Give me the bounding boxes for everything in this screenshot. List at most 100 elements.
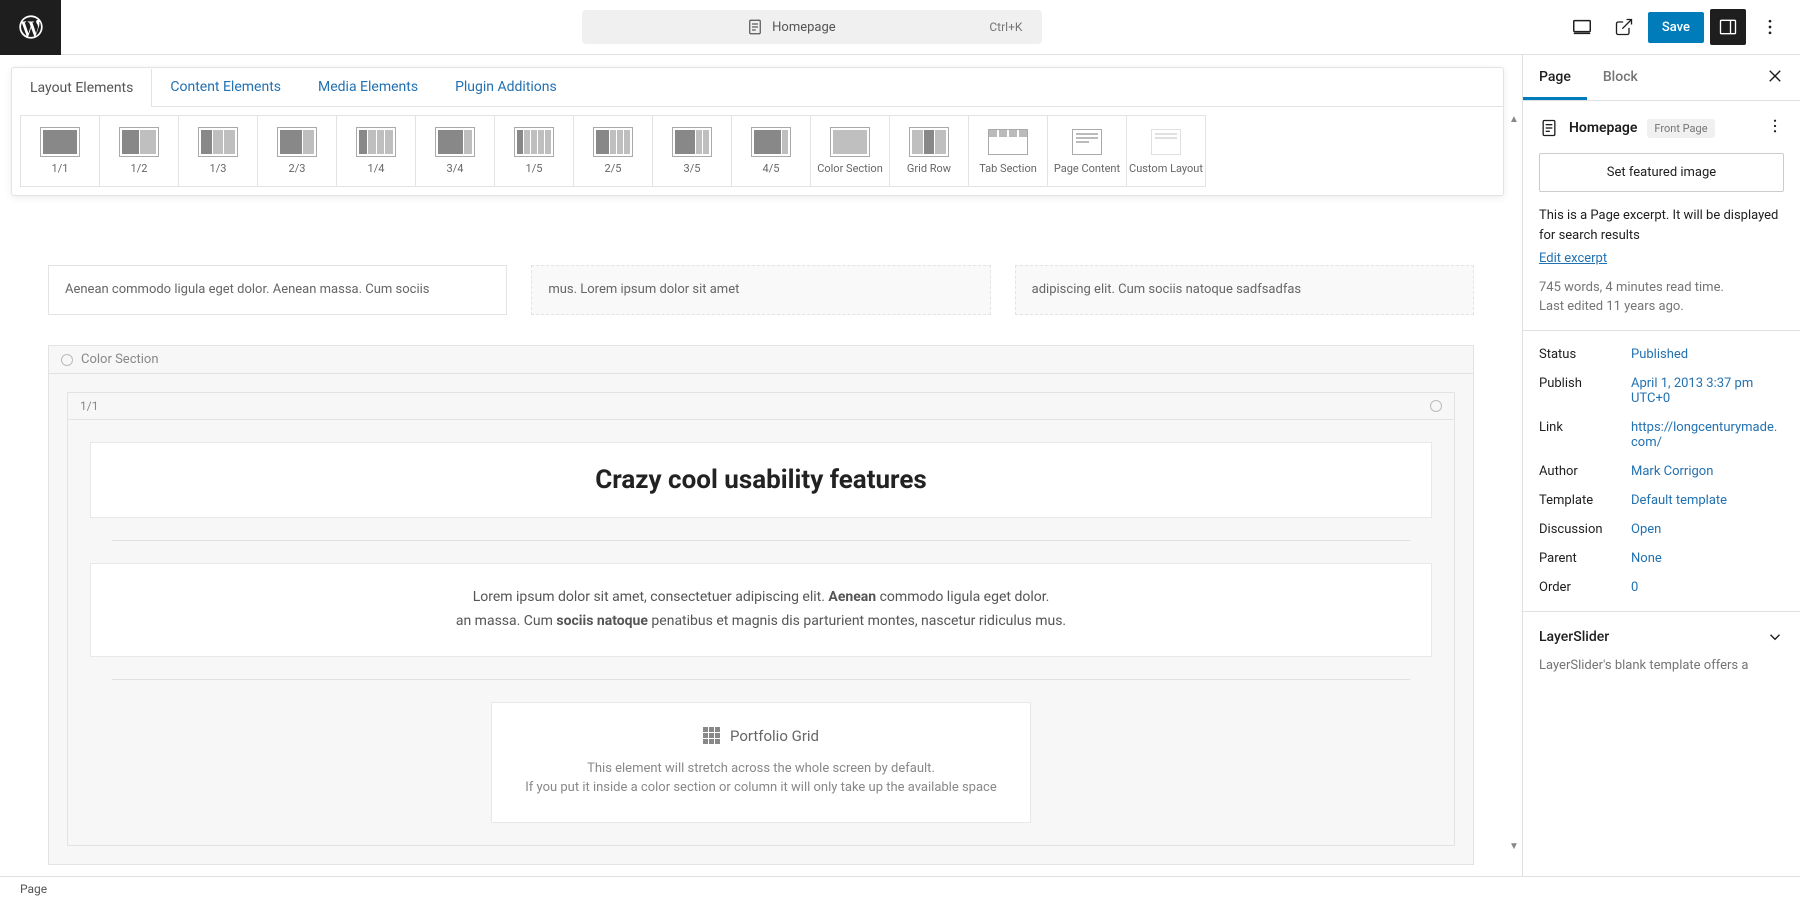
layout-fraction-icon <box>433 127 477 157</box>
layout-element-label: 1/2 <box>131 163 148 175</box>
column-block[interactable]: Aenean commodo ligula eget dolor. Aenean… <box>48 265 507 315</box>
page-icon <box>746 18 764 36</box>
layout-element-1-2[interactable]: 1/2 <box>99 115 179 187</box>
last-edited-text: Last edited 11 years ago. <box>1539 299 1784 314</box>
column-block[interactable]: mus. Lorem ipsum dolor sit amet <box>531 265 990 315</box>
layout-element-custom-layout[interactable]: Custom Layout <box>1126 115 1206 187</box>
heading-block[interactable]: Crazy cool usability features <box>90 442 1432 518</box>
attr-label: Author <box>1539 464 1631 479</box>
layout-element-label: Grid Row <box>907 163 951 175</box>
layout-element-label: 4/5 <box>763 163 780 175</box>
edit-excerpt-link[interactable]: Edit excerpt <box>1539 251 1784 266</box>
layout-element-2-3[interactable]: 2/3 <box>257 115 337 187</box>
publish-value[interactable]: April 1, 2013 3:37 pm UTC+0 <box>1631 376 1784 406</box>
tab-block[interactable]: Block <box>1587 55 1654 100</box>
top-toolbar: Homepage Ctrl+K Save <box>0 0 1800 55</box>
view-desktop-button[interactable] <box>1564 9 1600 45</box>
layout-element-3-4[interactable]: 3/4 <box>415 115 495 187</box>
parent-value[interactable]: None <box>1631 551 1784 566</box>
breadcrumb[interactable]: Page <box>20 882 47 896</box>
status-value[interactable]: Published <box>1631 347 1784 362</box>
external-link-icon <box>1614 17 1634 37</box>
layout-fraction-icon <box>828 127 872 157</box>
layout-fraction-icon <box>275 127 319 157</box>
layout-element-2-5[interactable]: 2/5 <box>573 115 653 187</box>
grid-icon <box>703 727 720 744</box>
layout-element-label: Color Section <box>817 163 883 175</box>
separator-block[interactable] <box>112 540 1410 541</box>
layout-element-label: Page Content <box>1054 163 1120 175</box>
layout-element-page-content[interactable]: Page Content <box>1047 115 1127 187</box>
attr-label: Publish <box>1539 376 1631 406</box>
separator-block[interactable] <box>112 679 1410 680</box>
layout-element-tab-section[interactable]: Tab Section <box>968 115 1048 187</box>
more-vertical-icon <box>1766 117 1784 135</box>
attr-label: Order <box>1539 580 1631 595</box>
layout-element-label: 1/1 <box>52 163 69 175</box>
save-button[interactable]: Save <box>1648 12 1704 43</box>
color-section-block[interactable]: Color Section 1/1 Crazy cool usability f… <box>48 345 1474 865</box>
layout-fraction-icon <box>749 127 793 157</box>
layout-element-label: 2/5 <box>605 163 622 175</box>
attr-label: Status <box>1539 347 1631 362</box>
document-title-button[interactable]: Homepage Ctrl+K <box>582 10 1042 44</box>
set-featured-image-button[interactable]: Set featured image <box>1539 153 1784 192</box>
tab-layout-elements[interactable]: Layout Elements <box>12 69 152 107</box>
sidebar-icon <box>1718 17 1738 37</box>
link-value[interactable]: https://longcenturymade.com/ <box>1631 420 1784 450</box>
scroll-up-indicator: ▲ <box>1508 113 1520 125</box>
layout-fraction-icon <box>1065 127 1109 157</box>
column-1-1-block[interactable]: 1/1 Crazy cool usability features Lorem … <box>67 392 1455 846</box>
settings-sidebar-toggle[interactable] <box>1710 9 1746 45</box>
layout-element-label: 1/3 <box>210 163 227 175</box>
layerslider-panel-toggle[interactable]: LayerSlider <box>1539 628 1784 646</box>
portfolio-grid-block[interactable]: Portfolio Grid This element will stretch… <box>491 702 1031 823</box>
document-title: Homepage <box>772 20 836 35</box>
column-width-label: 1/1 <box>80 399 98 413</box>
more-options-button[interactable] <box>1752 9 1788 45</box>
excerpt-text: This is a Page excerpt. It will be displ… <box>1539 206 1784 245</box>
layout-fraction-icon <box>512 127 556 157</box>
attr-label: Template <box>1539 493 1631 508</box>
portfolio-desc: This element will stretch across the who… <box>516 759 1006 779</box>
more-vertical-icon <box>1760 17 1780 37</box>
layout-element-grid-row[interactable]: Grid Row <box>889 115 969 187</box>
layout-element-1-5[interactable]: 1/5 <box>494 115 574 187</box>
portfolio-desc: If you put it inside a color section or … <box>516 778 1006 798</box>
preview-button[interactable] <box>1606 9 1642 45</box>
layout-element-3-5[interactable]: 3/5 <box>652 115 732 187</box>
layout-fraction-icon <box>907 127 951 157</box>
chevron-down-icon <box>1766 628 1784 646</box>
wordpress-icon <box>17 13 45 41</box>
layout-element-label: 3/4 <box>447 163 464 175</box>
text-line: an massa. Cum sociis natoque penatibus e… <box>113 610 1409 634</box>
section-handle-icon <box>61 354 73 366</box>
layout-element-1-1[interactable]: 1/1 <box>20 115 100 187</box>
layout-element-label: 1/5 <box>526 163 543 175</box>
layout-element-color-section[interactable]: Color Section <box>810 115 890 187</box>
column-handle-icon <box>1430 400 1442 412</box>
layout-fraction-icon <box>591 127 635 157</box>
tab-plugin-additions[interactable]: Plugin Additions <box>437 68 576 106</box>
layout-element-1-3[interactable]: 1/3 <box>178 115 258 187</box>
layout-element-4-5[interactable]: 4/5 <box>731 115 811 187</box>
layout-element-label: 3/5 <box>684 163 701 175</box>
settings-sidebar: Page Block Homepage Front Page Set featu… <box>1522 55 1800 876</box>
layout-element-1-4[interactable]: 1/4 <box>336 115 416 187</box>
tab-content-elements[interactable]: Content Elements <box>152 68 300 106</box>
column-block[interactable]: adipiscing elit. Cum sociis natoque sadf… <box>1015 265 1474 315</box>
close-sidebar-button[interactable] <box>1758 59 1792 97</box>
author-value[interactable]: Mark Corrigon <box>1631 464 1784 479</box>
tab-page[interactable]: Page <box>1523 55 1587 100</box>
order-value[interactable]: 0 <box>1631 580 1784 595</box>
page-actions-button[interactable] <box>1766 117 1784 139</box>
close-icon <box>1766 67 1784 85</box>
wordpress-logo[interactable] <box>0 0 61 55</box>
discussion-value[interactable]: Open <box>1631 522 1784 537</box>
tab-media-elements[interactable]: Media Elements <box>300 68 437 106</box>
layout-elements-panel: Layout Elements Content Elements Media E… <box>11 67 1504 196</box>
layout-fraction-icon <box>354 127 398 157</box>
template-value[interactable]: Default template <box>1631 493 1784 508</box>
text-block[interactable]: Lorem ipsum dolor sit amet, consectetuer… <box>90 563 1432 657</box>
page-icon <box>1539 118 1559 138</box>
